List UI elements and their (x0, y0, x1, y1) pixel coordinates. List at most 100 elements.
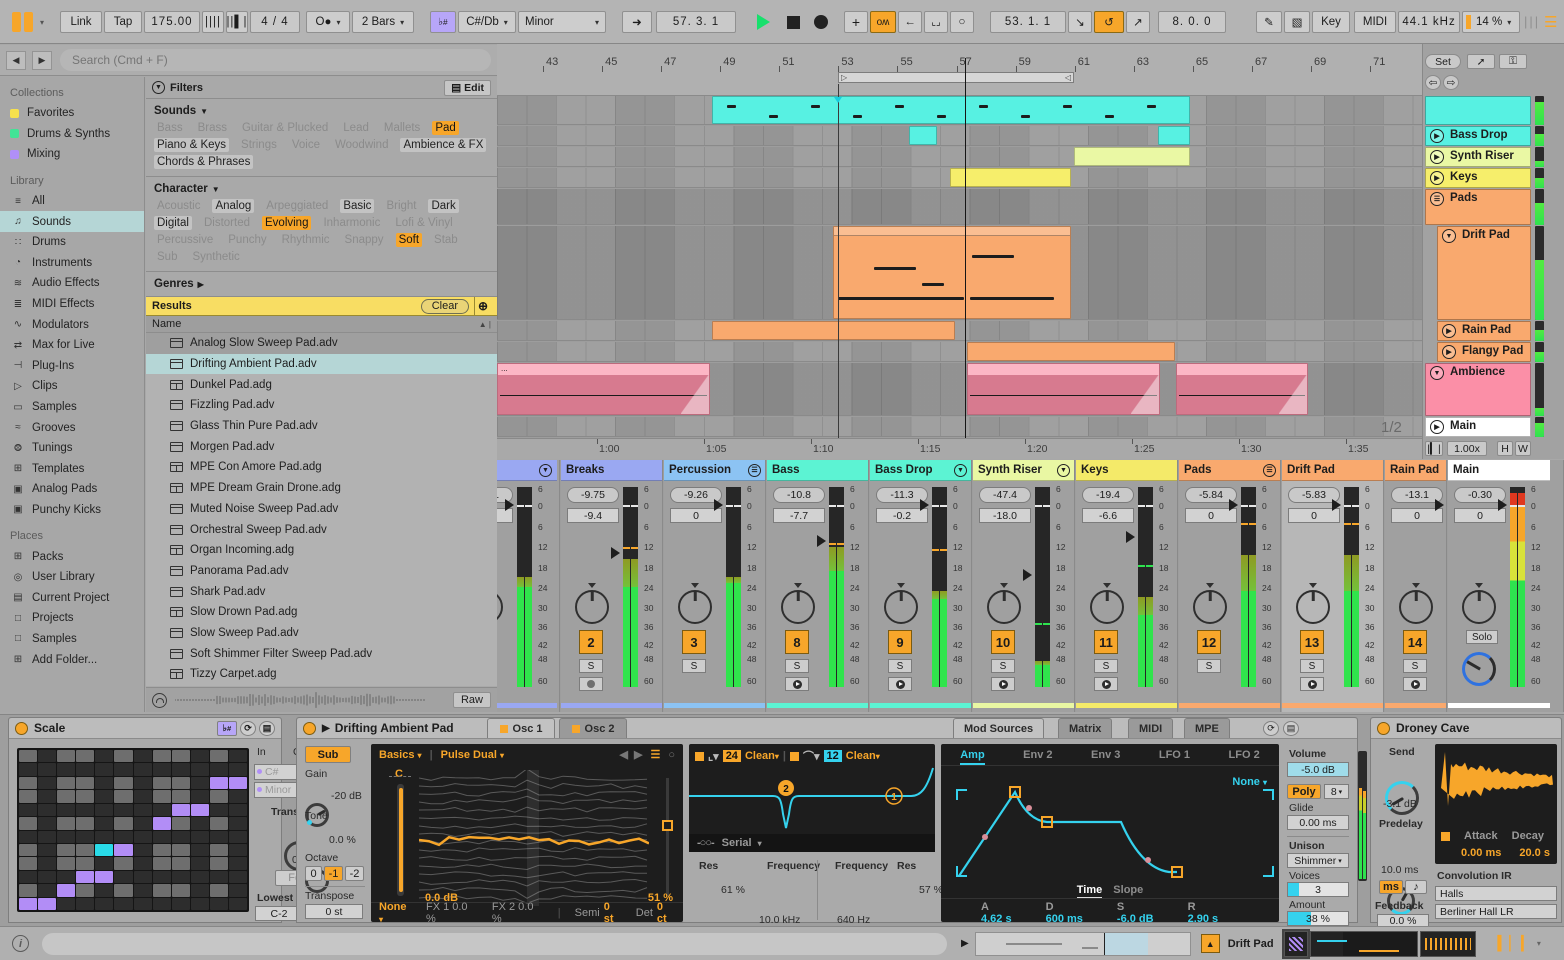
scale-grid-cell[interactable] (228, 857, 247, 870)
result-item[interactable]: Glass Thin Pure Pad.adv (146, 415, 497, 437)
env-tab-env-3[interactable]: Env 3 (1091, 747, 1120, 765)
scale-grid-cell[interactable] (114, 897, 133, 910)
character-tag-distorted[interactable]: Distorted (201, 216, 253, 230)
scale-grid-cell[interactable] (19, 776, 38, 790)
scale-grid-cell[interactable] (228, 790, 247, 803)
peak-level[interactable]: -10.8 (773, 487, 825, 503)
mixer-strip-drums[interactable]: Drums▼-9.31-9.060612182430364248601S (497, 460, 560, 712)
menu-icon[interactable]: ☰ (1544, 13, 1557, 31)
mixer-strip-pads[interactable]: Pads ☰ -5.84 0 6 0 6 12 18 24 30 36 42 48 60 12 S (1179, 460, 1281, 712)
mixer-strip-rain-pad[interactable]: Rain Pad-13.10606121824303642486014S (1385, 460, 1447, 712)
scale-grid-cell[interactable] (19, 830, 38, 843)
poly-mode-button[interactable]: Poly (1287, 784, 1321, 799)
scale-grid-cell[interactable] (95, 750, 114, 763)
osc-fx2-value[interactable]: FX 2 0.0 % (492, 901, 544, 925)
scale-grid-cell[interactable] (171, 790, 190, 803)
scale-grid-cell[interactable] (190, 897, 209, 910)
scale-grid-cell[interactable] (95, 803, 114, 817)
scale-root-menu[interactable]: C#/Db ▾ (458, 11, 516, 33)
menu-icon[interactable]: ☰ (1263, 463, 1276, 477)
playhead[interactable] (965, 58, 966, 438)
scale-grid-cell[interactable] (209, 817, 228, 830)
scale-grid-cell[interactable] (114, 884, 133, 897)
scale-grid-cell[interactable] (76, 843, 95, 857)
tab-midi[interactable]: MIDI (1128, 718, 1174, 738)
scale-grid-cell[interactable] (133, 843, 152, 857)
wavetable-menu[interactable]: Pulse Dual ▾ (441, 749, 504, 761)
scale-grid-cell[interactable] (95, 857, 114, 870)
res1-value[interactable]: 61 % (721, 884, 745, 896)
result-item[interactable]: Slow Drown Pad.adg (146, 601, 497, 623)
tempo-field[interactable]: 175.00 (144, 11, 200, 33)
sidebar-item-clips[interactable]: ▷ Clips (0, 376, 144, 397)
device-thumbnail-scale[interactable] (1281, 928, 1310, 959)
sidebar-item-current-project[interactable]: ▤ Current Project (0, 587, 144, 608)
scale-grid-cell[interactable] (133, 817, 152, 830)
result-item[interactable]: Drifting Ambient Pad.adv (146, 353, 497, 375)
monitor-icon[interactable] (1403, 677, 1427, 691)
scale-grid-cell[interactable] (76, 763, 95, 776)
scale-grid-cell[interactable] (114, 776, 133, 790)
scale-grid-cell[interactable] (19, 817, 38, 830)
env-decay-value[interactable]: 600 ms (1046, 913, 1083, 925)
scale-grid-cell[interactable] (209, 763, 228, 776)
filter2-circuit-menu[interactable]: Clean▾ (846, 750, 880, 762)
character-tag-snappy[interactable]: Snappy (342, 233, 387, 247)
arrangement-track-lane-main[interactable] (497, 417, 1422, 437)
scale-grid-cell[interactable] (76, 803, 95, 817)
solo-button[interactable]: S (991, 659, 1015, 673)
track-activator[interactable]: 10 (991, 630, 1015, 654)
scale-grid-cell[interactable] (95, 763, 114, 776)
mixer-strip-drift-pad[interactable]: Drift Pad -5.83 0 6 0 6 12 18 24 30 36 42 48 60 13 S (1282, 460, 1384, 712)
result-item[interactable]: MPE Con Amore Pad.adg (146, 457, 497, 478)
scale-grid-cell[interactable] (209, 897, 228, 910)
track-activator[interactable]: 3 (682, 630, 706, 654)
track-header-main[interactable]: ▶ Main (1425, 417, 1531, 437)
filter1-type-icon[interactable]: ⌞▾ (708, 750, 719, 763)
scale-grid-cell[interactable] (57, 870, 76, 884)
track-activator[interactable]: 14 (1403, 630, 1427, 654)
scale-grid-cell[interactable] (171, 817, 190, 830)
tab-matrix[interactable]: Matrix (1058, 718, 1113, 738)
clip[interactable] (712, 96, 1190, 124)
track-activator[interactable]: 11 (1094, 630, 1118, 654)
scale-grid-cell[interactable] (190, 790, 209, 803)
osc-pitch-label[interactable]: C (395, 768, 403, 780)
scale-grid-cell[interactable] (171, 776, 190, 790)
scale-grid-cell[interactable] (152, 897, 171, 910)
scale-grid-cell[interactable] (76, 897, 95, 910)
scale-grid-cell[interactable] (114, 750, 133, 763)
peak-level[interactable]: -19.4 (1082, 487, 1134, 503)
arrangement-track-lane-rain-pad[interactable] (497, 321, 1422, 341)
env-tab-lfo-1[interactable]: LFO 1 (1159, 747, 1190, 765)
scale-grid-cell[interactable] (133, 803, 152, 817)
chain-play-icon[interactable]: ▶ (961, 938, 969, 949)
sidebar-item-instruments[interactable]: ◔ Instruments (0, 253, 144, 274)
mixer-strip-bass[interactable]: Bass -10.8 -7.7 6 0 6 12 18 24 30 36 42 48 60 8 S (767, 460, 869, 712)
scale-grid-cell[interactable] (38, 843, 57, 857)
drop-icon[interactable]: ▼ (954, 463, 967, 477)
osc-filter-route-menu[interactable]: None ▾ (379, 901, 412, 925)
scale-grid-cell[interactable] (19, 843, 38, 857)
set-button[interactable]: Set (1425, 54, 1461, 69)
pan-knob[interactable] (1090, 590, 1124, 624)
loop-brace[interactable]: ▷ ◁ (838, 72, 1074, 83)
pan-knob[interactable] (884, 590, 918, 624)
draw-expand-icon[interactable]: ⌞⌟ (924, 11, 948, 33)
scale-grid-cell[interactable] (190, 884, 209, 897)
filter1-on-toggle[interactable] (695, 751, 704, 761)
scale-grid-cell[interactable] (38, 857, 57, 870)
arrangement-track-lane-bass-drop[interactable] (497, 126, 1422, 146)
scale-grid-cell[interactable] (209, 870, 228, 884)
tone-value[interactable]: 0.0 % (329, 834, 356, 846)
solo-button[interactable]: S (785, 659, 809, 673)
pan-knob[interactable] (1399, 590, 1433, 624)
edit-filters-button[interactable]: ▤ Edit (444, 79, 491, 96)
sounds-tag-guitar-plucked[interactable]: Guitar & Plucked (239, 121, 331, 135)
track-header-pads[interactable]: ☰ Pads (1425, 189, 1531, 225)
track-play-icon[interactable]: ▶ (1430, 420, 1444, 434)
sidebar-item-midi-effects[interactable]: ≣ MIDI Effects (0, 294, 144, 315)
mixer-strip-percussion[interactable]: Percussion ☰ -9.26 0 6 0 6 12 18 24 30 36 42 48 60 3 S (664, 460, 766, 712)
character-section-header[interactable]: Character ▼ (146, 177, 497, 198)
peak-level[interactable]: -47.4 (979, 487, 1031, 503)
